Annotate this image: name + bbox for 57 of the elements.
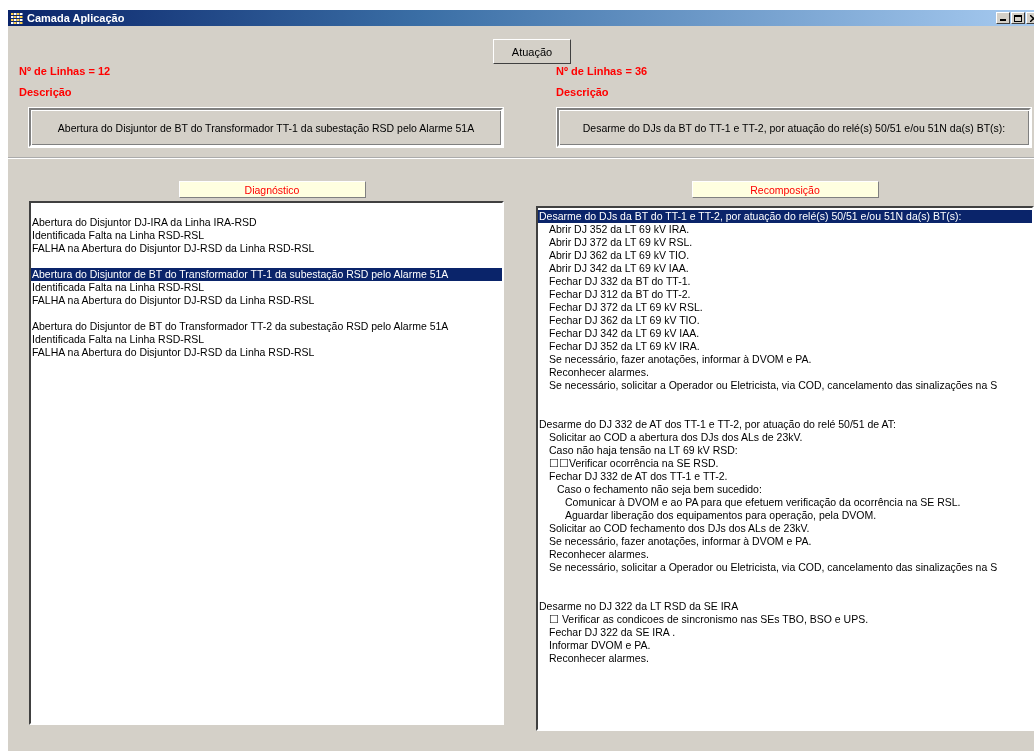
list-item[interactable]: Solicitar ao COD fechamento dos DJs dos ALs de 23kV.: [540, 522, 1032, 535]
line-count-label: Nº de Linhas = 12: [19, 64, 112, 79]
list-item[interactable]: Desarme do DJ 332 de AT dos TT-1 e TT-2, por atuação do relé 50/51 de AT:: [538, 418, 1032, 431]
minimize-button[interactable]: [996, 12, 1010, 24]
list-header: Recomposição: [691, 181, 879, 198]
list-item[interactable]: Abertura do Disjuntor de BT do Transformador TT-1 da subestação RSD pelo Alarme 51A: [31, 268, 502, 281]
list-item[interactable]: ☐☐Verificar ocorrência na SE RSD.: [540, 457, 1032, 470]
list-item[interactable]: Fechar DJ 312 da BT do TT-2.: [540, 288, 1032, 301]
close-icon: [1029, 14, 1034, 22]
list-item[interactable]: Abrir DJ 372 da LT 69 kV RSL.: [540, 236, 1032, 249]
list-item[interactable]: Fechar DJ 352 da LT 69 kV IRA.: [540, 340, 1032, 353]
window-title: Camada Aplicação: [27, 12, 126, 24]
recomposition-list[interactable]: [536, 206, 1034, 731]
list-item[interactable]: Informar DVOM e PA.: [540, 639, 1032, 652]
list-item[interactable]: Caso o fechamento não seja bem sucedido:: [540, 483, 1032, 496]
list-item[interactable]: FALHA na Abertura do Disjuntor DJ-RSD da Linha RSD-RSL: [31, 242, 502, 255]
list-item[interactable]: Se necessário, solicitar a Operador ou Eletricista, via COD, cancelamento das sinalizações na S: [540, 561, 1032, 574]
description-field: Desarme do DJs da BT do TT-1 e TT-2, por atuação do relé(s) 50/51 e/ou 51N da(s) BT(s):: [557, 108, 1031, 147]
action-button[interactable]: Atuação: [493, 39, 571, 64]
list-item[interactable]: Reconhecer alarmes.: [540, 652, 1032, 665]
list-item[interactable]: Reconhecer alarmes.: [540, 548, 1032, 561]
description-field: Abertura do Disjuntor de BT do Transformador TT-1 da subestação RSD pelo Alarme 51A: [29, 108, 503, 147]
maximize-icon: [1014, 14, 1022, 22]
list-item[interactable]: ☐ Verificar as condicoes de sincronismo nas SEs TBO, BSO e UPS.: [540, 613, 1032, 626]
list-item[interactable]: Abrir DJ 362 da LT 69 kV TIO.: [540, 249, 1032, 262]
list-item[interactable]: Se necessário, solicitar a Operador ou Eletricista, via COD, cancelamento das sinalizações na S: [540, 379, 1032, 392]
list-item[interactable]: Caso não haja tensão na LT 69 kV RSD:: [540, 444, 1032, 457]
list-item[interactable]: Abertura do Disjuntor de BT do Transformador TT-2 da subestação RSD pelo Alarme 51A: [31, 320, 502, 333]
list-item[interactable]: FALHA na Abertura do Disjuntor DJ-RSD da Linha RSD-RSL: [31, 294, 502, 307]
maximize-button[interactable]: [1011, 12, 1025, 24]
list-item[interactable]: Identificada Falta na Linha RSD-RSL: [31, 333, 502, 346]
list-item[interactable]: Abrir DJ 352 da LT 69 kV IRA.: [540, 223, 1032, 236]
list-item[interactable]: Comunicar à DVOM e ao PA para que efetuem verificação da ocorrência na SE RSL.: [540, 496, 1032, 509]
line-count-label: Nº de Linhas = 36: [556, 64, 649, 79]
list-item[interactable]: Fechar DJ 362 da LT 69 kV TIO.: [540, 314, 1032, 327]
list-item[interactable]: Aguardar liberação dos equipamentos para operação, pela DVOM.: [540, 509, 1032, 522]
grid-icon: [11, 12, 24, 24]
list-item[interactable]: Desarme no DJ 322 da LT RSD da SE IRA: [538, 600, 1032, 613]
list-item[interactable]: Se necessário, fazer anotações, informar à DVOM e PA.: [540, 535, 1032, 548]
list-item[interactable]: Fechar DJ 332 da BT do TT-1.: [540, 275, 1032, 288]
list-item[interactable]: Fechar DJ 332 de AT dos TT-1 e TT-2.: [540, 470, 1032, 483]
list-item[interactable]: FALHA na Abertura do Disjuntor DJ-RSD da Linha RSD-RSL: [31, 346, 502, 359]
list-item[interactable]: Identificada Falta na Linha RSD-RSL: [31, 281, 502, 294]
list-item[interactable]: Desarme do DJs da BT do TT-1 e TT-2, por atuação do relé(s) 50/51 e/ou 51N da(s) BT(s):: [538, 210, 1032, 223]
description-label: Descrição: [19, 85, 73, 100]
list-item[interactable]: Abertura do Disjuntor DJ-IRA da Linha IRA-RSD: [31, 216, 502, 229]
list-item[interactable]: Fechar DJ 322 da SE IRA .: [540, 626, 1032, 639]
list-item[interactable]: Se necessário, fazer anotações, informar à DVOM e PA.: [540, 353, 1032, 366]
description-label: Descrição: [556, 85, 610, 100]
list-item[interactable]: Abrir DJ 342 da LT 69 kV IAA.: [540, 262, 1032, 275]
list-header: Diagnóstico: [178, 181, 366, 198]
diagnosis-list[interactable]: [29, 201, 504, 725]
list-item[interactable]: Fechar DJ 372 da LT 69 kV RSL.: [540, 301, 1032, 314]
list-item[interactable]: Fechar DJ 342 da LT 69 kV IAA.: [540, 327, 1032, 340]
list-item[interactable]: Reconhecer alarmes.: [540, 366, 1032, 379]
list-item[interactable]: Identificada Falta na Linha RSD-RSL: [31, 229, 502, 242]
list-item[interactable]: Solicitar ao COD a abertura dos DJs dos ALs de 23kV.: [540, 431, 1032, 444]
